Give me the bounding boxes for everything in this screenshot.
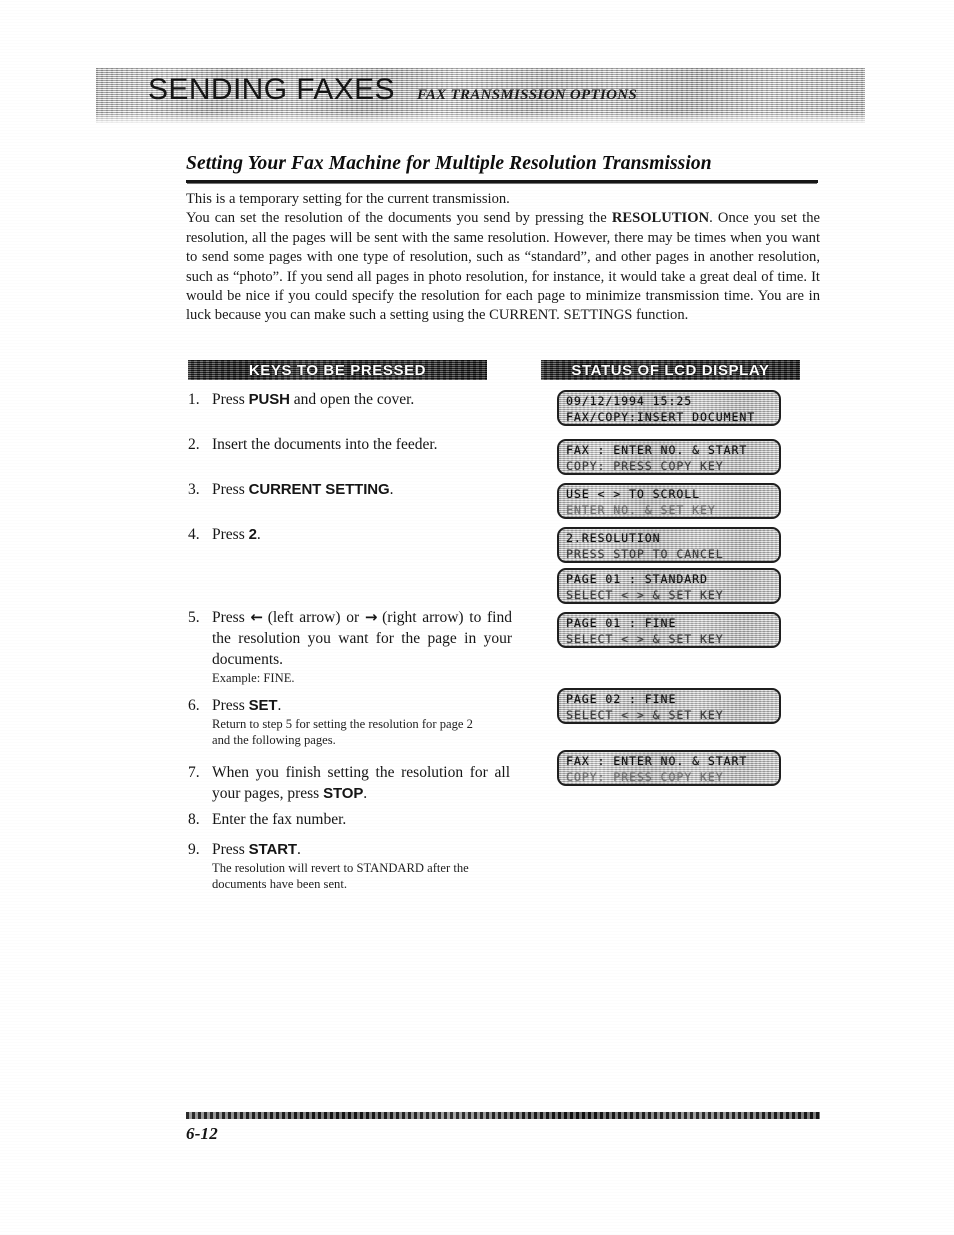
intro-body-part-2: . Once you set the resolution, all the p… xyxy=(186,210,820,324)
lcd-panel: FAX : ENTER NO. & START COPY: PRESS COPY… xyxy=(557,750,781,786)
step-note: Example: FINE. xyxy=(212,671,295,685)
step-text-pre: Press xyxy=(212,841,249,858)
keys-to-be-pressed-label: KEYS TO BE PRESSED xyxy=(248,361,427,379)
lcd-panel: USE < > TO SCROLL ENTER NO. & SET KEY xyxy=(557,483,781,519)
step-number: 5. xyxy=(188,609,200,626)
lcd-panel: PAGE 02 : FINE SELECT < > & SET KEY xyxy=(557,688,781,724)
intro-body-part-1: You can set the resolution of the docume… xyxy=(186,210,612,227)
step-text-mid-1: (left arrow) or xyxy=(262,609,365,626)
section-title: Setting Your Fax Machine for Multiple Re… xyxy=(186,153,712,174)
step-text: Press START. xyxy=(212,839,502,860)
step-text: Press PUSH and open the cover. xyxy=(212,389,414,410)
step-text-pre: Press xyxy=(212,609,251,626)
list-item: 5. Press ← (left arrow) or → (right arro… xyxy=(188,607,518,687)
key-label: SET xyxy=(248,697,278,714)
step-text-pre: Press xyxy=(212,697,249,714)
lcd-line-2: SELECT < > & SET KEY xyxy=(566,707,724,722)
step-number: 8. xyxy=(188,811,200,828)
lcd-line-2: FAX/COPY:INSERT DOCUMENT xyxy=(566,409,756,424)
status-of-lcd-display-bar: STATUS OF LCD DISPLAY xyxy=(541,360,800,380)
step-text-post: . xyxy=(297,841,301,858)
intro-lead: This is a temporary setting for the curr… xyxy=(186,191,510,207)
step-text-post: . xyxy=(389,481,394,498)
list-item: 9. Press START. The resolution will reve… xyxy=(188,839,518,892)
section-title-rule xyxy=(186,180,818,183)
intro-text: This is a temporary setting for the curr… xyxy=(186,190,820,326)
key-label: CURRENT SETTING xyxy=(248,481,390,498)
list-item: 6. Press SET. Return to step 5 for setti… xyxy=(188,695,518,748)
step-text: Press 2. xyxy=(212,524,261,545)
step-number: 6. xyxy=(188,697,200,714)
lcd-panel: FAX : ENTER NO. & START COPY: PRESS COPY… xyxy=(557,439,781,475)
step-number: 7. xyxy=(188,764,200,781)
lcd-line-1: FAX : ENTER NO. & START xyxy=(566,754,748,768)
list-item: 7. When you finish setting the resolutio… xyxy=(188,762,518,804)
step-number: 4. xyxy=(188,526,200,543)
lcd-panel: 2.RESOLUTION PRESS STOP TO CANCEL xyxy=(557,527,781,563)
lcd-line-2: SELECT < > & SET KEY xyxy=(566,631,724,646)
step-number: 9. xyxy=(188,841,200,858)
lcd-panel: PAGE 01 : FINE SELECT < > & SET KEY xyxy=(557,612,781,648)
intro-body: You can set the resolution of the docume… xyxy=(186,209,820,325)
lcd-line-2: COPY: PRESS COPY KEY xyxy=(566,458,724,473)
list-item: 1. Press PUSH and open the cover. xyxy=(188,389,518,410)
step-text-pre: Press xyxy=(212,526,249,543)
step-text: Press ← (left arrow) or → (right arrow) … xyxy=(212,607,512,670)
page-number: 6-12 xyxy=(186,1124,218,1143)
right-arrow-icon: → xyxy=(364,608,378,626)
step-text: When you finish setting the resolution f… xyxy=(212,762,510,804)
list-item: 3. Press CURRENT SETTING. xyxy=(188,479,518,500)
step-note: The resolution will revert to STANDARD a… xyxy=(212,861,469,891)
lcd-line-1: 09/12/1994 15:25 xyxy=(566,394,693,408)
footer-rule xyxy=(186,1112,820,1119)
step-number: 2. xyxy=(188,436,200,453)
chapter-subtitle: FAX TRANSMISSION OPTIONS xyxy=(416,87,637,103)
lcd-line-1: PAGE 01 : FINE xyxy=(566,616,677,630)
lcd-line-2: PRESS STOP TO CANCEL xyxy=(566,546,724,561)
lcd-line-1: PAGE 01 : STANDARD xyxy=(566,572,708,586)
step-text: Press CURRENT SETTING. xyxy=(212,479,394,500)
step-text-post: . xyxy=(363,785,368,802)
step-text: Press SET. xyxy=(212,695,492,716)
step-text: Enter the fax number. xyxy=(212,811,347,828)
list-item: 2. Insert the documents into the feeder. xyxy=(188,434,518,455)
key-label: PUSH xyxy=(248,391,290,408)
step-text-pre: Press xyxy=(212,481,249,498)
step-text-post: and open the cover. xyxy=(289,391,415,408)
step-text-post: . xyxy=(277,697,282,714)
resolution-keyword: RESOLUTION xyxy=(611,210,710,227)
lcd-line-2: SELECT < > & SET KEY xyxy=(566,587,724,602)
keys-to-be-pressed-bar: KEYS TO BE PRESSED xyxy=(188,360,487,380)
step-text-pre: Press xyxy=(212,391,249,408)
lcd-panel: 09/12/1994 15:25 FAX/COPY:INSERT DOCUMEN… xyxy=(557,390,781,426)
list-item: 4. Press 2. xyxy=(188,524,518,545)
list-item: 8. Enter the fax number. xyxy=(188,809,518,830)
lcd-line-1: FAX : ENTER NO. & START xyxy=(566,443,748,457)
lcd-line-2: COPY: PRESS COPY KEY xyxy=(566,769,724,784)
step-number: 3. xyxy=(188,481,200,498)
lcd-line-1: 2.RESOLUTION xyxy=(566,531,661,545)
lcd-line-1: USE < > TO SCROLL xyxy=(566,487,700,501)
step-text-post: . xyxy=(256,526,261,543)
key-label: START xyxy=(248,841,297,858)
step-number: 1. xyxy=(188,391,200,408)
lcd-panel: PAGE 01 : STANDARD SELECT < > & SET KEY xyxy=(557,568,781,604)
step-note: Return to step 5 for setting the resolut… xyxy=(212,717,473,747)
key-label: 2 xyxy=(248,526,257,543)
step-text: Insert the documents into the feeder. xyxy=(212,436,438,453)
left-arrow-icon: ← xyxy=(250,608,263,626)
key-label: STOP xyxy=(323,785,364,802)
status-of-lcd-display-label: STATUS OF LCD DISPLAY xyxy=(571,361,770,379)
lcd-line-2: ENTER NO. & SET KEY xyxy=(566,502,716,517)
chapter-title: SENDING FAXES xyxy=(148,73,395,106)
lcd-line-1: PAGE 02 : FINE xyxy=(566,692,677,706)
page-header: SENDING FAXES FAX TRANSMISSION OPTIONS xyxy=(148,75,637,105)
